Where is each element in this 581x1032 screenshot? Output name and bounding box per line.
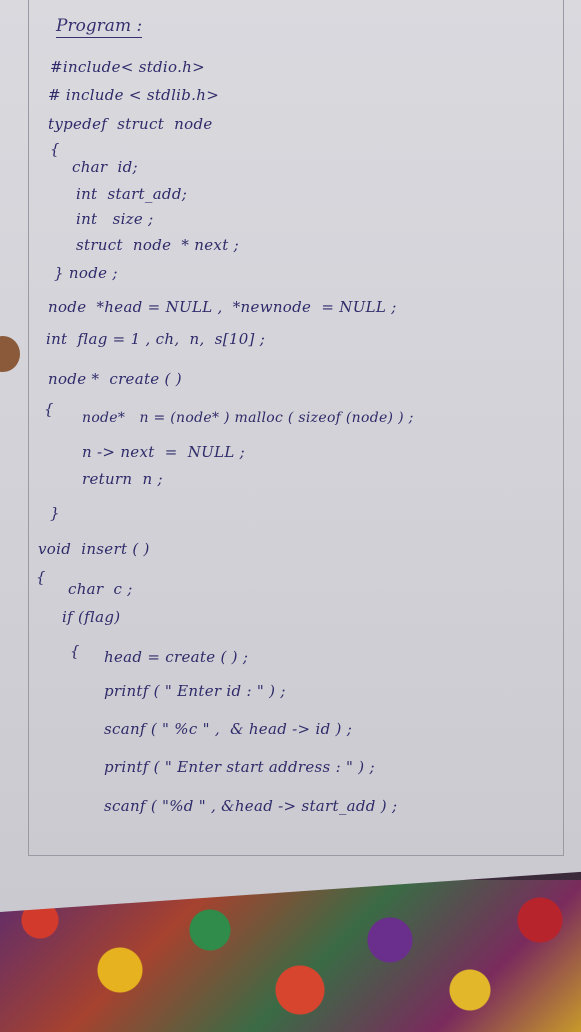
code-line: { xyxy=(70,642,80,660)
code-line: node* n = (node* ) malloc ( sizeof (node… xyxy=(82,410,414,426)
code-line: int flag = 1 , ch, n, s[10] ; xyxy=(46,330,266,348)
code-line: char id; xyxy=(72,158,138,176)
code-line: node * create ( ) xyxy=(48,370,182,388)
code-line: { xyxy=(36,568,46,586)
code-line: return n ; xyxy=(82,470,163,488)
code-line: typedef struct node xyxy=(48,115,213,133)
code-line: } node ; xyxy=(54,264,118,282)
code-line: head = create ( ) ; xyxy=(104,648,249,666)
code-line: void insert ( ) xyxy=(38,540,150,558)
code-line: char c ; xyxy=(68,580,133,598)
code-line: # include < stdlib.h> xyxy=(48,86,220,104)
code-line: int size ; xyxy=(76,210,154,228)
code-line: struct node * next ; xyxy=(76,236,239,254)
code-line: } xyxy=(50,504,60,522)
code-line: node *head = NULL , *newnode = NULL ; xyxy=(48,298,397,316)
code-line: printf ( " Enter start address : " ) ; xyxy=(104,758,375,776)
code-line: { xyxy=(50,140,60,158)
code-line: scanf ( " %c " , & head -> id ) ; xyxy=(104,720,353,738)
code-line: int start_add; xyxy=(76,185,188,203)
page-title: Program : xyxy=(56,16,143,38)
code-line: { xyxy=(44,400,54,418)
paper-sheet: Program : #include< stdio.h> # include <… xyxy=(0,0,581,912)
code-line: printf ( " Enter id : " ) ; xyxy=(104,682,286,700)
code-line: scanf ( "%d " , &head -> start_add ) ; xyxy=(104,797,398,815)
code-line: if (flag) xyxy=(62,608,121,626)
code-line: n -> next = NULL ; xyxy=(82,443,246,461)
code-line: #include< stdio.h> xyxy=(50,58,205,76)
